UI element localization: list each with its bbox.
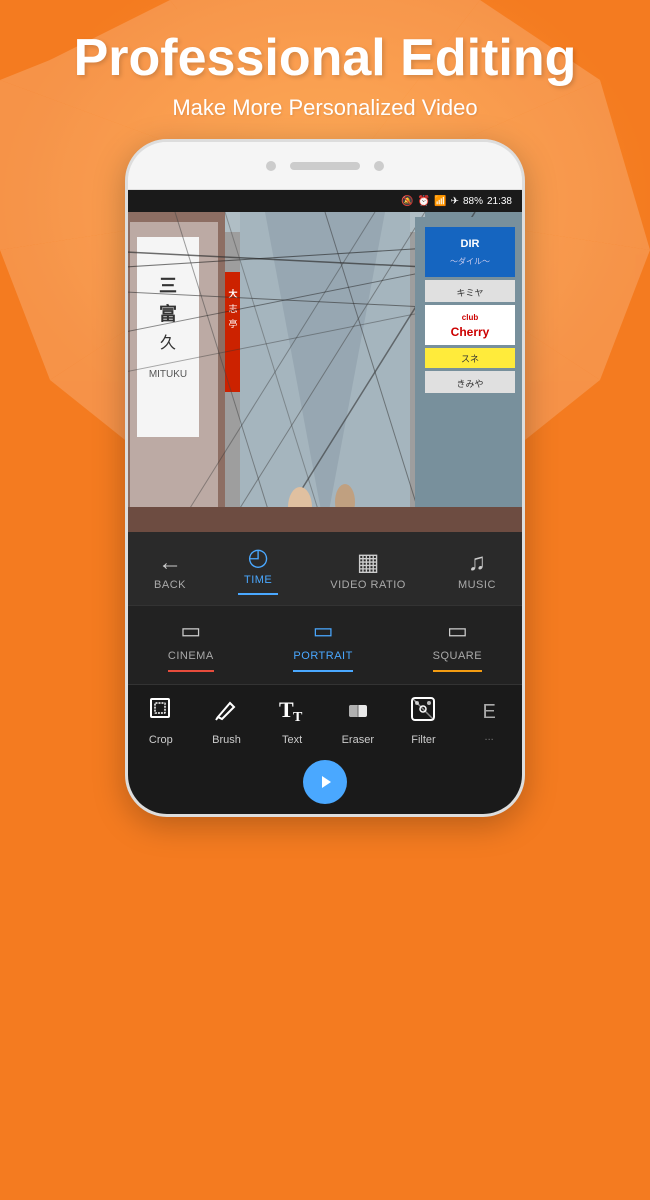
svg-text:T: T bbox=[279, 697, 294, 722]
portrait-label: PORTRAIT bbox=[293, 650, 352, 662]
status-wifi-icon: 📶 bbox=[434, 196, 446, 207]
brush-label: Brush bbox=[212, 734, 241, 746]
time-icon: ◴ bbox=[248, 546, 269, 570]
text-tool[interactable]: T T Text bbox=[265, 695, 320, 746]
square-ratio-button[interactable]: ▭ SQUARE bbox=[421, 618, 494, 672]
main-toolbar: ← BACK ◴ TIME ▦ VIDEO RATIO ♫ MUSIC bbox=[128, 532, 522, 605]
music-icon: ♫ bbox=[468, 551, 486, 575]
svg-text:きみや: きみや bbox=[456, 379, 483, 389]
status-alarm-icon: ⏰ bbox=[418, 196, 430, 207]
phone-top-bar bbox=[128, 142, 522, 190]
ratio-section: ▭ CINEMA ▭ PORTRAIT ▭ SQUARE bbox=[128, 605, 522, 684]
brush-tool[interactable]: Brush bbox=[199, 695, 254, 746]
music-button[interactable]: ♫ MUSIC bbox=[448, 551, 506, 591]
time-underline bbox=[238, 593, 278, 595]
status-battery: 88% bbox=[463, 196, 483, 207]
cinema-label: CINEMA bbox=[168, 650, 214, 662]
more-tool[interactable]: E ... bbox=[462, 699, 517, 743]
svg-text:三: 三 bbox=[159, 276, 177, 296]
status-silent-icon: 🔕 bbox=[401, 196, 413, 207]
video-ratio-button[interactable]: ▦ VIDEO RATIO bbox=[320, 551, 416, 591]
svg-text:T: T bbox=[293, 710, 303, 723]
square-icon: ▭ bbox=[447, 618, 468, 644]
filter-icon bbox=[409, 695, 437, 730]
svg-text:～ダイル～: ～ダイル～ bbox=[450, 256, 490, 266]
status-bar: 🔕 ⏰ 📶 ✈ 88% 21:38 bbox=[128, 190, 522, 212]
brush-icon bbox=[212, 695, 240, 730]
svg-text:MITUKU: MITUKU bbox=[149, 369, 187, 380]
svg-text:富: 富 bbox=[159, 303, 177, 324]
eraser-icon bbox=[344, 695, 372, 730]
portrait-icon: ▭ bbox=[313, 618, 334, 644]
toolbar-row: ← BACK ◴ TIME ▦ VIDEO RATIO ♫ MUSIC bbox=[128, 546, 522, 595]
page-title: Professional Editing bbox=[0, 30, 650, 87]
svg-text:亭: 亭 bbox=[228, 318, 237, 329]
phone-wrapper: 🔕 ⏰ 📶 ✈ 88% 21:38 bbox=[0, 139, 650, 817]
filter-label: Filter bbox=[411, 734, 435, 746]
back-icon: ← bbox=[158, 551, 182, 575]
eraser-label: Eraser bbox=[342, 734, 374, 746]
status-airplane-icon: ✈ bbox=[451, 196, 459, 207]
svg-text:Cherry: Cherry bbox=[451, 325, 490, 339]
music-label: MUSIC bbox=[458, 579, 496, 591]
eraser-tool[interactable]: Eraser bbox=[330, 695, 385, 746]
crop-icon bbox=[147, 695, 175, 730]
svg-text:club: club bbox=[462, 313, 479, 322]
back-button[interactable]: ← BACK bbox=[144, 551, 196, 591]
square-label: SQUARE bbox=[433, 650, 482, 662]
more-icon: E bbox=[482, 699, 495, 727]
square-underline bbox=[433, 670, 482, 672]
svg-text:志: 志 bbox=[228, 303, 237, 314]
phone-device: 🔕 ⏰ 📶 ✈ 88% 21:38 bbox=[125, 139, 525, 817]
ratio-row: ▭ CINEMA ▭ PORTRAIT ▭ SQUARE bbox=[128, 618, 522, 672]
text-icon: T T bbox=[277, 695, 307, 730]
text-label: Text bbox=[282, 734, 302, 746]
video-scene: 三 富 久 MITUKU 大 志 亭 bbox=[128, 212, 522, 532]
svg-text:久: 久 bbox=[160, 334, 176, 352]
fab-button[interactable] bbox=[303, 760, 347, 804]
back-label: BACK bbox=[154, 579, 186, 591]
video-frame: 三 富 久 MITUKU 大 志 亭 bbox=[128, 212, 522, 532]
cinema-ratio-button[interactable]: ▭ CINEMA bbox=[156, 618, 226, 672]
portrait-ratio-button[interactable]: ▭ PORTRAIT bbox=[281, 618, 364, 672]
cinema-underline bbox=[168, 670, 214, 672]
crop-label: Crop bbox=[149, 734, 173, 746]
portrait-underline bbox=[293, 670, 352, 672]
header-section: Professional Editing Make More Personali… bbox=[0, 0, 650, 121]
edit-row: Crop Brush T bbox=[128, 695, 522, 746]
svg-text:キミヤ: キミヤ bbox=[456, 288, 483, 298]
cinema-icon: ▭ bbox=[180, 618, 201, 644]
svg-text:DIR: DIR bbox=[461, 238, 480, 250]
video-ratio-label: VIDEO RATIO bbox=[330, 579, 406, 591]
edit-toolbar: Crop Brush T bbox=[128, 684, 522, 754]
page-subtitle: Make More Personalized Video bbox=[0, 95, 650, 121]
more-label: ... bbox=[485, 731, 494, 743]
time-label: TIME bbox=[244, 574, 272, 586]
video-ratio-icon: ▦ bbox=[357, 551, 380, 575]
time-button[interactable]: ◴ TIME bbox=[228, 546, 288, 595]
fab-row bbox=[128, 754, 522, 814]
filter-tool[interactable]: Filter bbox=[396, 695, 451, 746]
svg-text:スネ: スネ bbox=[461, 354, 479, 364]
phone-camera bbox=[266, 161, 276, 171]
phone-sensor bbox=[374, 161, 384, 171]
status-time: 21:38 bbox=[487, 196, 512, 207]
phone-speaker bbox=[290, 162, 360, 170]
crop-tool[interactable]: Crop bbox=[133, 695, 188, 746]
